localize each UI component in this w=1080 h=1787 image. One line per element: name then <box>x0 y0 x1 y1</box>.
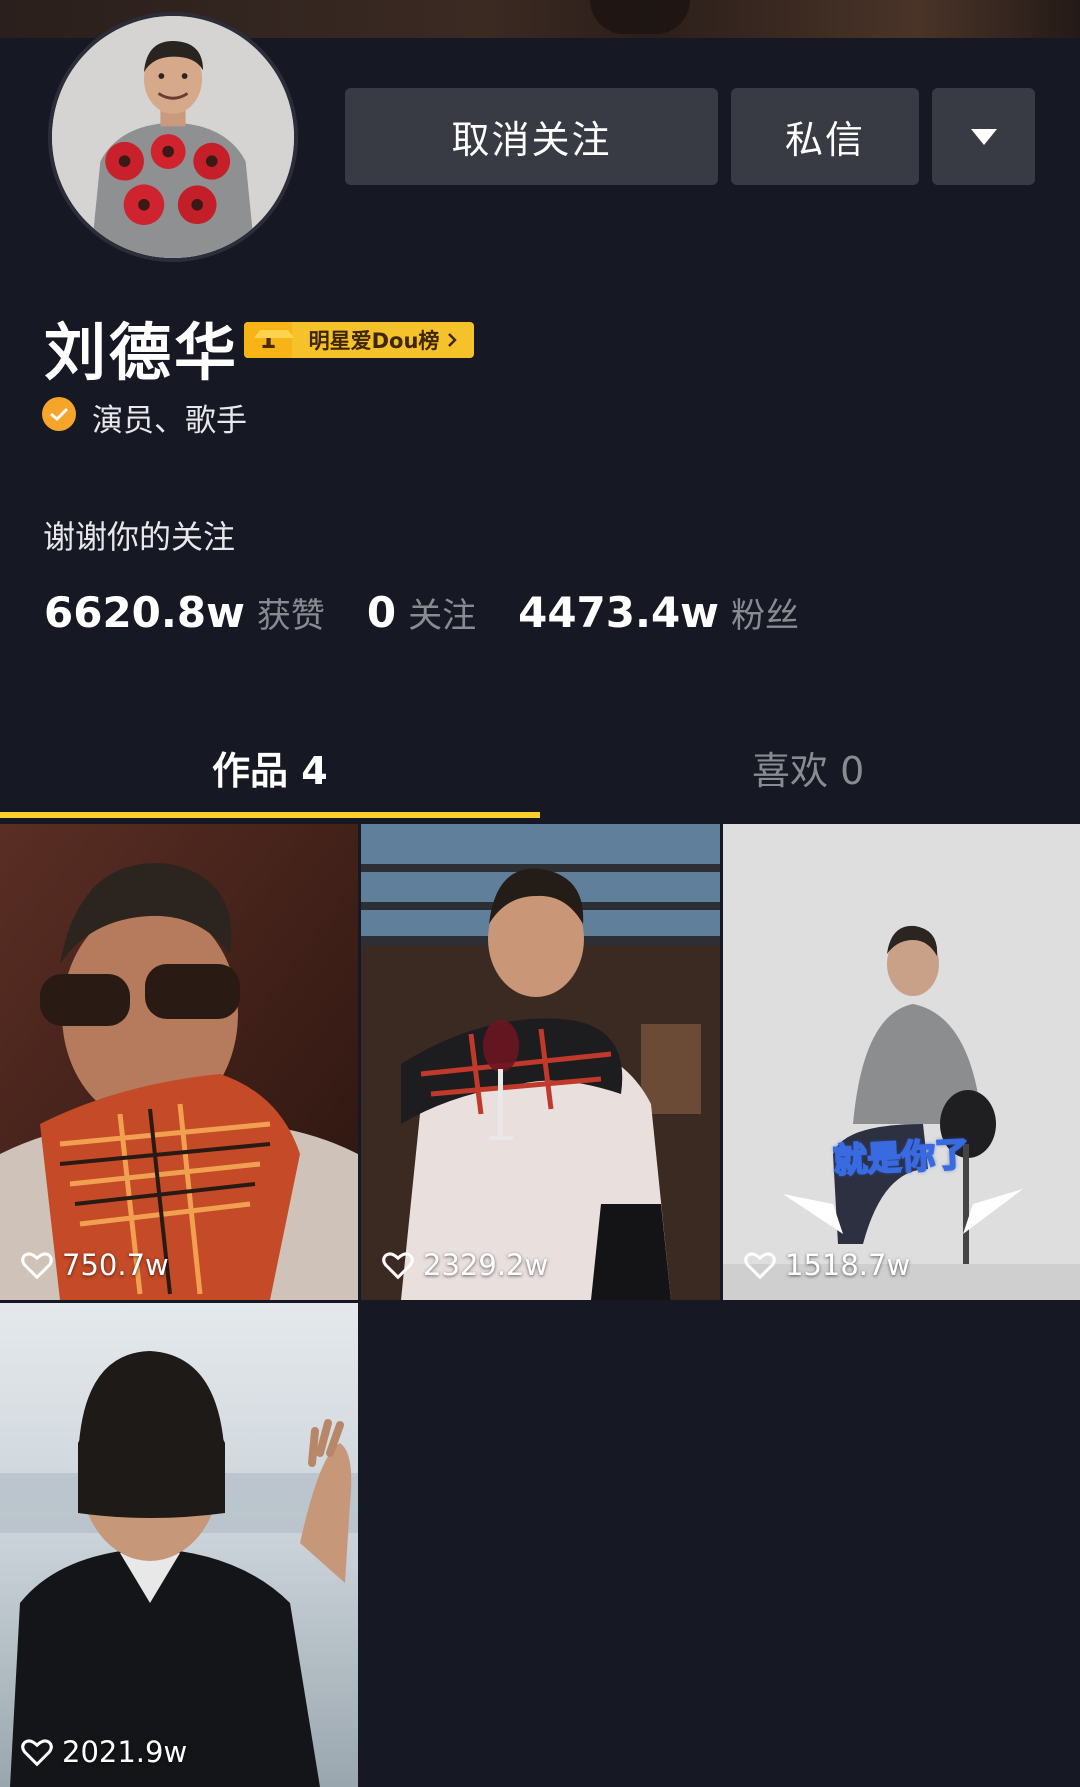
rank-label: 明星爱Dou榜 <box>308 329 440 353</box>
tab-likes[interactable]: 喜欢 0 <box>752 740 864 795</box>
rank-badge[interactable]: 1 明星爱Dou榜 <box>244 322 474 358</box>
stat-label: 获赞 <box>256 596 325 636</box>
unfollow-button-label: 取消关注 <box>451 118 612 162</box>
video-cover-image <box>361 824 720 1300</box>
video-likes: 2329.2w <box>381 1248 548 1282</box>
stat-likes[interactable]: 6620.8w 获赞 <box>44 588 325 637</box>
cover-detail <box>590 0 690 34</box>
likes-count: 750.7w <box>62 1248 169 1282</box>
video-likes: 2021.9w <box>20 1735 187 1769</box>
video-cover-image <box>0 1303 358 1787</box>
likes-count: 2329.2w <box>423 1248 549 1282</box>
message-button[interactable]: 私信 <box>731 88 919 185</box>
more-options-button[interactable] <box>932 88 1035 185</box>
verified-check-icon <box>42 397 76 431</box>
stat-label: 关注 <box>408 596 477 636</box>
video-thumbnail[interactable]: 2329.2w <box>361 824 720 1300</box>
likes-count: 2021.9w <box>62 1735 188 1769</box>
stat-value: 4473.4w <box>518 588 719 637</box>
tab-works[interactable]: 作品 4 <box>212 740 328 795</box>
stat-followers[interactable]: 4473.4w 粉丝 <box>518 588 799 637</box>
profile-page: 取消关注 私信 刘德华 1 明星爱Dou榜 演员、歌手 谢谢你的关注 6620.… <box>0 0 1080 1787</box>
heart-icon <box>21 1739 53 1767</box>
video-cover-image <box>0 824 358 1300</box>
profile-bio: 谢谢你的关注 <box>43 518 236 556</box>
unfollow-button[interactable]: 取消关注 <box>345 88 718 185</box>
video-cover-image <box>723 824 1080 1300</box>
rank-badge-content: 明星爱Dou榜 <box>292 325 474 355</box>
video-likes: 1518.7w <box>743 1248 910 1282</box>
profile-stats: 6620.8w 获赞 0 关注 4473.4w 粉丝 <box>44 588 841 637</box>
tab-indicator <box>0 812 540 818</box>
message-button-label: 私信 <box>784 118 865 162</box>
video-caption: 就是你了 <box>831 1133 971 1182</box>
heart-icon <box>744 1252 776 1280</box>
stat-following[interactable]: 0 关注 <box>367 588 476 637</box>
video-likes: 750.7w <box>20 1248 169 1282</box>
profile-name: 刘德华 <box>44 316 240 389</box>
heart-icon <box>21 1252 53 1280</box>
heart-icon <box>382 1252 414 1280</box>
video-thumbnail[interactable]: 750.7w <box>0 824 358 1300</box>
stat-value: 0 <box>366 588 397 637</box>
avatar-image <box>52 16 294 258</box>
avatar[interactable] <box>48 12 298 262</box>
likes-count: 1518.7w <box>785 1248 911 1282</box>
chevron-down-icon <box>970 128 997 145</box>
video-thumbnail[interactable]: 就是你了 1518.7w <box>723 824 1080 1300</box>
stat-label: 粉丝 <box>730 596 799 636</box>
video-thumbnail[interactable]: 2021.9w <box>0 1303 358 1787</box>
stat-value: 6620.8w <box>44 588 245 637</box>
chevron-right-icon <box>448 333 458 347</box>
verified-title: 演员、歌手 <box>92 403 247 439</box>
rank-number: 1 <box>244 322 294 358</box>
